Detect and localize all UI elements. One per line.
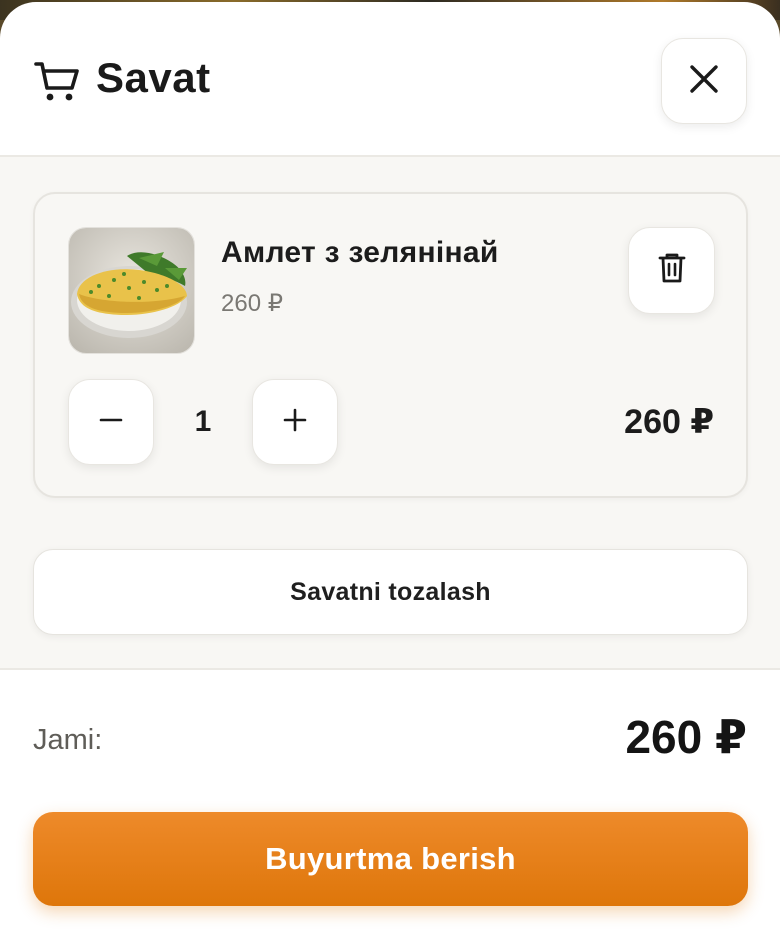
- cart-sheet: Savat Амлет з зелянінай 260 ₽ 1 260 ₽ Sa…: [0, 2, 780, 936]
- item-image: [68, 227, 195, 354]
- quantity-value: 1: [194, 405, 212, 438]
- cart-footer: Jami: 260 ₽ Buyurtma berish: [0, 668, 780, 936]
- increase-quantity-button[interactable]: [252, 379, 338, 465]
- cart-item: Амлет з зелянінай 260 ₽ 1 260 ₽: [33, 192, 748, 498]
- total-value: 260 ₽: [625, 711, 747, 763]
- clear-cart-button[interactable]: Savatni tozalash: [33, 549, 748, 635]
- item-line-total: 260 ₽: [624, 403, 714, 441]
- page-title: Savat: [96, 54, 211, 101]
- shopping-cart-icon: [34, 58, 80, 104]
- cart-body: Амлет з зелянінай 260 ₽ 1 260 ₽ Savatni …: [0, 157, 780, 668]
- delete-item-button[interactable]: [628, 227, 715, 314]
- close-icon: [688, 63, 720, 100]
- total-label: Jami:: [33, 724, 103, 756]
- item-unit-price: 260 ₽: [221, 290, 283, 317]
- trash-icon: [657, 251, 687, 290]
- plus-icon: [283, 408, 307, 437]
- cart-header: Savat: [0, 2, 780, 157]
- decrease-quantity-button[interactable]: [68, 379, 154, 465]
- close-button[interactable]: [661, 38, 747, 124]
- item-name: Амлет з зелянінай: [221, 236, 499, 269]
- place-order-button[interactable]: Buyurtma berish: [33, 812, 748, 906]
- minus-icon: [99, 408, 123, 437]
